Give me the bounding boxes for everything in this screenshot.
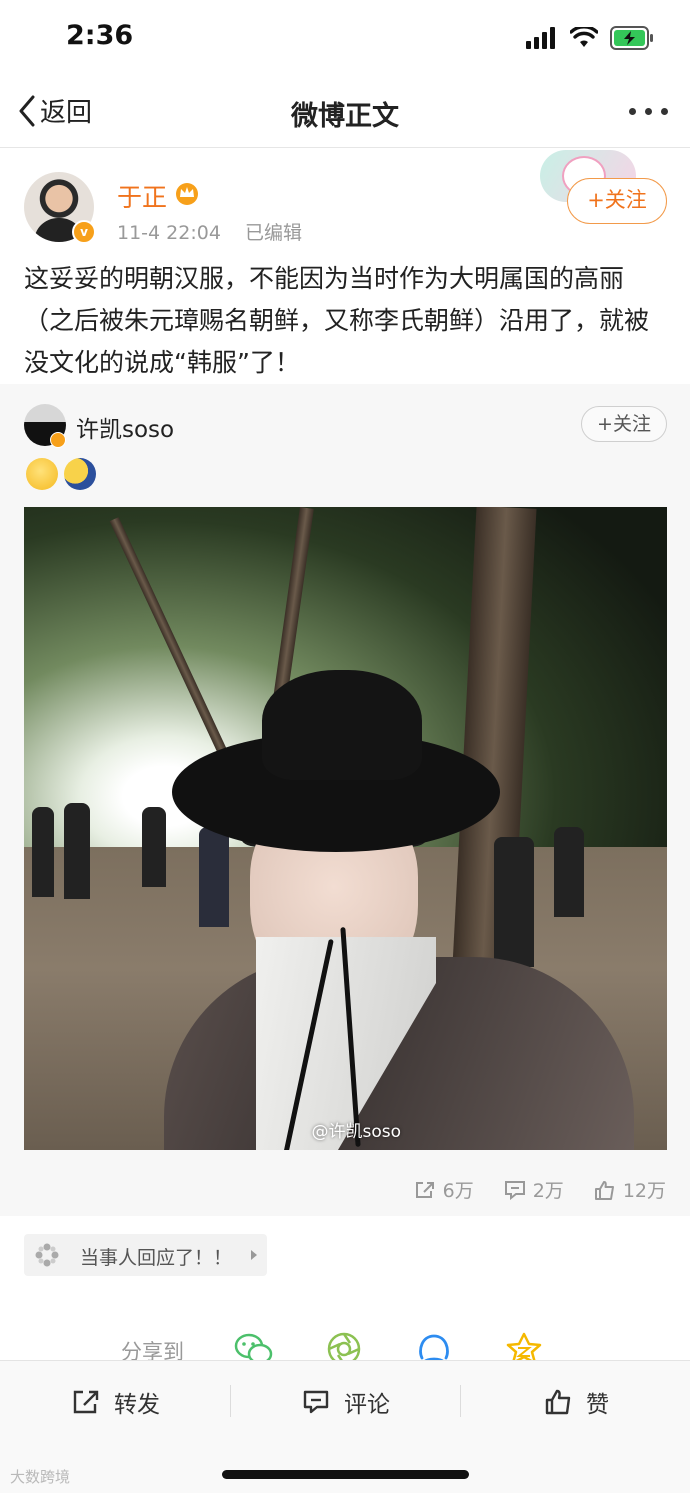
status-icons [526,24,654,52]
like-label: 赞 [586,1392,609,1418]
comment-icon [303,1390,329,1414]
topic-chip[interactable]: 当事人回应了！！ [24,1234,267,1276]
status-time: 2:36 [66,20,134,51]
author-name[interactable]: 于正 [117,178,167,214]
chevron-right-icon [251,1250,257,1260]
comment-label: 评论 [344,1392,390,1418]
comment-button[interactable]: 评论 [302,1385,390,1419]
follow-button[interactable]: +关注 [567,178,667,224]
repost-stats: 6万 2万 12万 [414,1176,666,1203]
like-count-label: 12万 [622,1180,666,1202]
divider [230,1385,231,1417]
divider [460,1385,461,1417]
post-meta: 11-4 22:04 已编辑 [117,218,302,245]
repost-follow-button[interactable]: +关注 [581,406,667,442]
wifi-icon [570,27,598,47]
signal-icon [526,27,555,49]
repost-photo[interactable]: @许凯soso [24,507,667,1150]
more-dot-icon [661,108,668,115]
page-title: 微博正文 [291,101,399,132]
repost-card[interactable]: 许凯soso +关注 @许凯soso 6万 2万 12万 [0,384,690,1216]
emoji-row [26,458,96,490]
photo-watermark: @许凯soso [311,1122,401,1142]
comment-icon [504,1180,525,1200]
thumbs-up-icon [594,1180,614,1200]
moon-emoji-icon [64,458,96,490]
battery-icon [610,26,653,50]
verified-badge-icon [50,432,66,448]
repost-button[interactable]: 转发 [72,1385,160,1419]
more-dot-icon [645,108,652,115]
home-indicator[interactable] [222,1470,469,1479]
comment-count[interactable]: 2万 [504,1176,564,1203]
share-icon [73,1390,99,1414]
verified-badge-icon: v [72,220,96,244]
comment-count-label: 2万 [532,1180,564,1202]
thinking-emoji-icon [26,458,58,490]
corner-watermark: 大数跨境 [10,1468,71,1486]
more-button[interactable] [629,108,668,115]
post-header: v 于正 11-4 22:04 已编辑 +关注 [0,148,690,248]
edited-label: 已编辑 [244,222,302,244]
repost-label: 转发 [114,1392,160,1418]
post-text: 这妥妥的明朝汉服，不能因为当时作为大明属国的高丽（之后被朱元璋赐名朝鲜，又称李氏… [24,264,650,377]
topic-label: 当事人回应了！！ [80,1247,233,1269]
thumbs-up-icon [545,1389,571,1415]
vip-crown-icon [176,183,198,205]
repost-author-name[interactable]: 许凯soso [76,410,174,444]
repost-count[interactable]: 6万 [414,1176,474,1203]
share-icon [415,1181,434,1198]
like-count[interactable]: 12万 [594,1176,666,1203]
like-button[interactable]: 赞 [544,1385,609,1419]
nav-bar: 返回 微博正文 [0,78,690,148]
repost-count-label: 6万 [442,1180,474,1202]
status-bar: 2:36 [0,0,690,78]
topic-icon [35,1243,59,1267]
post-time: 11-4 22:04 [117,222,221,244]
more-dot-icon [629,108,636,115]
